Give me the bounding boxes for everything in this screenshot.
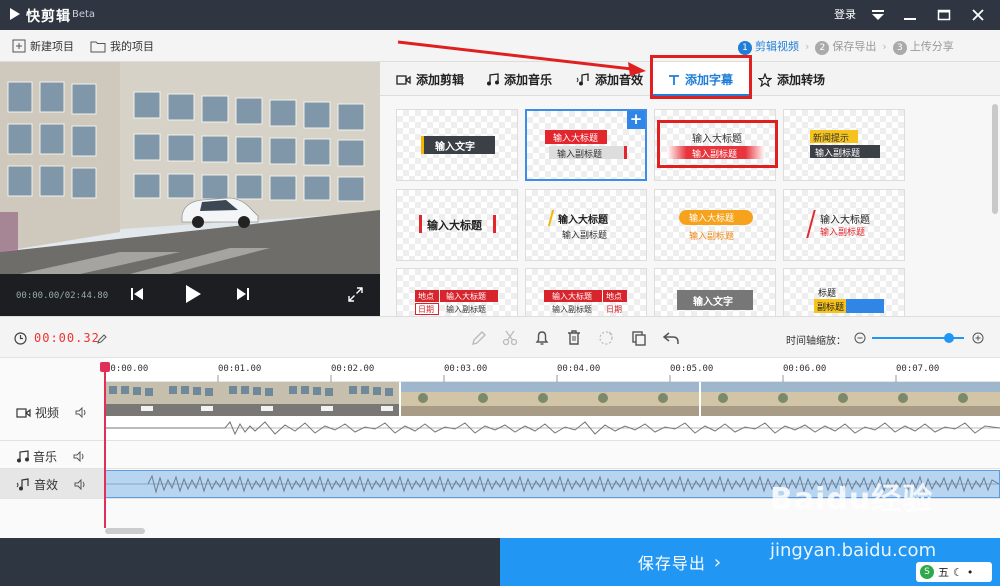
track-label-video: 视频 (16, 404, 87, 421)
ime-mode-label: 五 (938, 566, 949, 579)
ruler-tick-label: 00:04.00 (557, 364, 601, 374)
watermark-brand: Baidu经验 (770, 482, 934, 517)
ruler-tick-label: 00:05.00 (670, 364, 714, 374)
video-track-clip[interactable] (105, 382, 1000, 440)
save-export-label: 保存导出 (637, 554, 706, 573)
track-label-sfx: 音效 (16, 476, 86, 493)
track-separator (0, 440, 1000, 441)
playhead-handle[interactable] (100, 362, 110, 372)
volume-icon[interactable] (73, 451, 85, 462)
video-camera-icon (16, 407, 31, 418)
ruler-tick-label: 00:07.00 (896, 364, 940, 374)
pencil-icon[interactable] (470, 329, 488, 347)
video-thumbnails (105, 382, 1000, 440)
edit-toolbar: 00:00.32 时间轴缩放： (0, 316, 1000, 358)
zoom-label: 时间轴缩放： (786, 336, 846, 347)
edit-time-pencil-icon[interactable] (97, 334, 107, 344)
watermark-url: jingyan.baidu.com (770, 540, 937, 561)
chevron-right-icon: › (713, 551, 723, 573)
bell-icon[interactable] (533, 329, 551, 347)
track-label-music: 音乐 (16, 448, 85, 465)
ruler-tick-label: 00:06.00 (783, 364, 827, 374)
time-ruler[interactable]: 00:00.00 00:01.00 00:02.00 00:03.00 00:0… (105, 358, 1000, 382)
sound-effect-icon (16, 478, 29, 491)
zoom-in-icon[interactable] (972, 332, 984, 344)
track-separator (0, 468, 1000, 469)
zoom-out-icon[interactable] (854, 332, 866, 344)
volume-icon[interactable] (75, 407, 87, 418)
scissors-icon[interactable] (501, 329, 519, 347)
ime-logo-icon: S (920, 565, 934, 579)
trash-icon[interactable] (565, 329, 583, 347)
volume-icon[interactable] (74, 479, 86, 490)
ruler-tick-label: 00:03.00 (444, 364, 488, 374)
clock-icon (14, 332, 27, 345)
playhead[interactable] (104, 366, 106, 528)
current-time: 00:00.32 (34, 331, 100, 345)
ruler-ticks (105, 375, 897, 382)
moon-icon: ☾ (953, 565, 963, 579)
ime-tray[interactable]: S 五 ☾ • (916, 562, 992, 582)
ruler-tick-label: 00:00.00 (105, 364, 149, 374)
crop-icon[interactable] (597, 329, 615, 347)
app-window: 快剪辑 Beta 登录 新建项目 我的项目 1剪辑视频 › 2保存导出 › (0, 0, 1000, 586)
ruler-tick-label: 00:02.00 (331, 364, 375, 374)
ruler-tick-label: 00:01.00 (218, 364, 262, 374)
copy-icon[interactable] (630, 329, 648, 347)
undo-icon[interactable] (662, 329, 680, 347)
music-note-icon (17, 450, 29, 463)
zoom-slider-handle[interactable] (944, 333, 954, 343)
dot-icon: • (966, 565, 974, 579)
timeline-scrollbar[interactable] (105, 528, 145, 534)
